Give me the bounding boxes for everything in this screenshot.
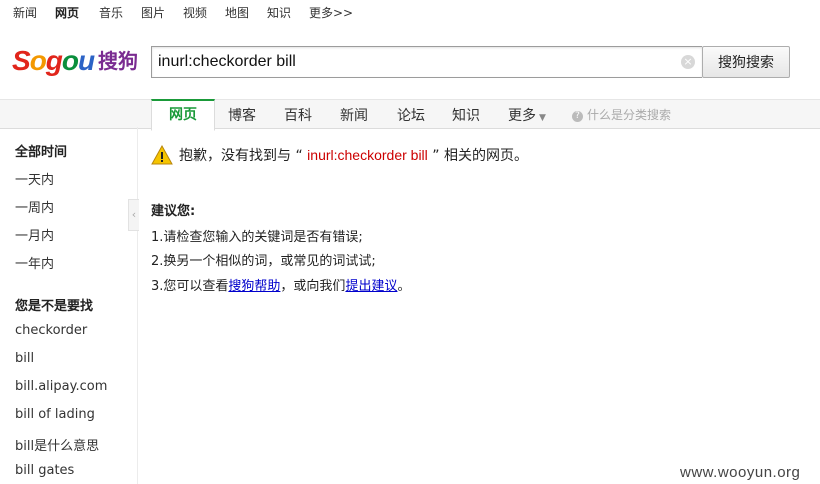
related-item[interactable]: checkorder bbox=[15, 323, 87, 338]
suggestion-3-suffix: 。 bbox=[397, 279, 411, 294]
clear-search-icon[interactable]: × bbox=[681, 55, 695, 69]
tab-knowledge[interactable]: 知识 bbox=[452, 105, 480, 125]
question-icon: ? bbox=[572, 111, 583, 122]
no-results-message: 抱歉，没有找到与 “ inurl:checkorder bill ” 相关的网页… bbox=[151, 145, 528, 165]
sidebar-divider bbox=[137, 127, 138, 484]
time-filter-year[interactable]: 一年内 bbox=[15, 253, 54, 272]
tab-more-label: 更多 bbox=[508, 108, 536, 124]
nav-news[interactable]: 新闻 bbox=[13, 4, 37, 21]
svg-text:Sogou: Sogou bbox=[12, 45, 95, 76]
nav-more[interactable]: 更多>> bbox=[309, 4, 353, 21]
time-filter-month[interactable]: 一月内 bbox=[15, 225, 54, 244]
sorry-prefix: 抱歉，没有找到与 bbox=[179, 148, 291, 164]
suggestion-3-mid: ，或向我们 bbox=[280, 279, 346, 294]
nav-web[interactable]: 网页 bbox=[55, 4, 79, 21]
suggestion-2: 2.换另一个相似的词，或常见的词试试; bbox=[151, 254, 376, 269]
warning-icon bbox=[151, 145, 173, 165]
category-help-link[interactable]: ? 什么是分类搜索 bbox=[572, 106, 671, 123]
suggestion-3: 3.您可以查看搜狗帮助，或向我们提出建议。 bbox=[151, 275, 410, 294]
close-quote: ” bbox=[432, 148, 440, 164]
top-nav: 新闻 网页 音乐 图片 视频 地图 知识 更多>> bbox=[0, 0, 820, 24]
collapse-sidebar-icon[interactable]: ‹ bbox=[128, 199, 139, 231]
tab-more[interactable]: 更多 ▼ bbox=[508, 105, 546, 125]
suggestion-3-prefix: 3.您可以查看 bbox=[151, 279, 229, 294]
time-filter-week[interactable]: 一周内 bbox=[15, 197, 54, 216]
category-help-label: 什么是分类搜索 bbox=[587, 108, 672, 122]
tab-baike[interactable]: 百科 bbox=[284, 105, 312, 125]
time-filter-header: 全部时间 bbox=[15, 145, 68, 160]
tab-forum[interactable]: 论坛 bbox=[397, 105, 425, 125]
related-header: 您是不是要找 bbox=[15, 299, 94, 314]
watermark: www.wooyun.org bbox=[680, 464, 801, 481]
feedback-link[interactable]: 提出建议 bbox=[345, 279, 397, 294]
nav-music[interactable]: 音乐 bbox=[99, 4, 123, 21]
tab-web[interactable]: 网页 bbox=[151, 99, 215, 131]
related-item[interactable]: bill是什么意思 bbox=[15, 435, 99, 454]
sogou-logo-image: Sogou 搜狗 bbox=[12, 45, 138, 76]
suggestion-title: 建议您: bbox=[151, 204, 196, 219]
search-input[interactable] bbox=[158, 47, 673, 77]
tab-news[interactable]: 新闻 bbox=[340, 105, 368, 125]
related-item[interactable]: bill gates bbox=[15, 463, 74, 478]
sidebar: 全部时间 一天内 一周内 一月内 一年内 您是不是要找 checkorder b… bbox=[0, 127, 139, 484]
sogou-logo[interactable]: Sogou 搜狗 bbox=[12, 44, 144, 80]
nav-video[interactable]: 视频 bbox=[183, 4, 207, 21]
vertical-tabs: 网页 博客 百科 新闻 论坛 知识 更多 ▼ ? 什么是分类搜索 bbox=[0, 99, 820, 131]
nav-images[interactable]: 图片 bbox=[141, 4, 165, 21]
sorry-suffix: 相关的网页。 bbox=[443, 148, 528, 164]
nav-knowledge[interactable]: 知识 bbox=[267, 4, 291, 21]
related-item[interactable]: bill of lading bbox=[15, 407, 95, 422]
caret-down-icon: ▼ bbox=[539, 113, 546, 123]
open-quote: “ bbox=[295, 148, 303, 164]
suggestion-1: 1.请检查您输入的关键词是否有错误; bbox=[151, 230, 363, 245]
related-item[interactable]: bill bbox=[15, 351, 34, 366]
time-filter-day[interactable]: 一天内 bbox=[15, 169, 54, 188]
related-item[interactable]: bill.alipay.com bbox=[15, 379, 107, 394]
query-highlight: inurl:checkorder bill bbox=[307, 147, 428, 163]
sogou-help-link[interactable]: 搜狗帮助 bbox=[228, 279, 280, 294]
nav-map[interactable]: 地图 bbox=[225, 4, 249, 21]
search-button[interactable]: 搜狗搜索 bbox=[702, 46, 790, 78]
svg-text:搜狗: 搜狗 bbox=[98, 49, 138, 73]
tab-blog[interactable]: 博客 bbox=[228, 105, 256, 125]
search-box: × bbox=[151, 46, 702, 78]
